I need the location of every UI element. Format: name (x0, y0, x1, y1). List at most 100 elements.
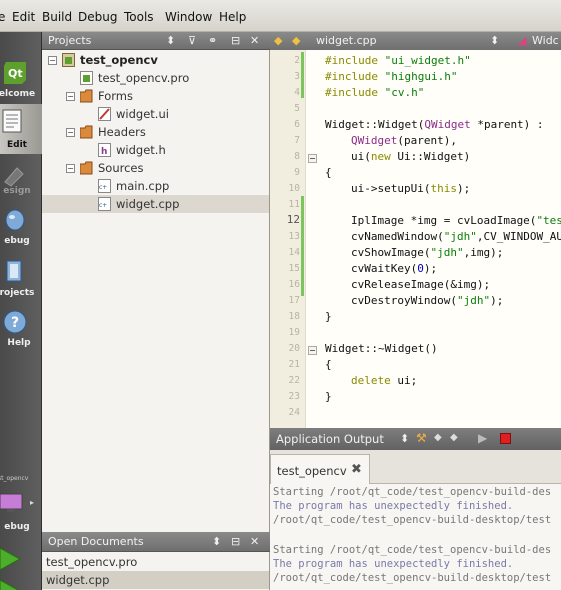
line-number: 20 (288, 343, 300, 354)
monitor-icon (0, 493, 23, 512)
code-token: QWidget (424, 118, 471, 131)
code-line: } (325, 310, 332, 323)
target-selector[interactable]: ▸ ebug (0, 484, 42, 536)
ui-form-icon (98, 107, 111, 121)
mode-edit-label: Edit (7, 140, 27, 150)
tree-item-forms[interactable]: − Forms (42, 87, 269, 105)
tree-item-label: Forms (98, 89, 133, 103)
help-icon: ? (3, 310, 27, 334)
run-button[interactable] (0, 546, 22, 572)
change-marker (301, 196, 304, 296)
code-line: #include "highgui.h" (325, 70, 457, 83)
line-number: 18 (288, 311, 300, 322)
fold-toggle-icon[interactable] (308, 154, 317, 163)
stop-icon[interactable] (500, 433, 511, 444)
output-line: The program has unexpectedly finished. (273, 500, 514, 512)
output-pane-header: Application Output ⬍ ⚒ ◆ ◆ ▶ (270, 428, 561, 450)
menu-file[interactable]: e (0, 10, 5, 24)
open-document-label: widget.cpp (46, 573, 110, 587)
close-tab-icon[interactable]: ✖ (351, 462, 362, 477)
code-token: "cv.h" (384, 86, 425, 99)
tree-item-source-main[interactable]: c+ main.cpp (42, 177, 269, 195)
tree-item-pro-file[interactable]: test_opencv.pro (42, 69, 269, 87)
design-icon (4, 167, 24, 187)
collapse-icon[interactable]: − (48, 56, 57, 65)
collapse-icon[interactable]: − (66, 92, 75, 101)
menu-edit[interactable]: Edit (12, 10, 35, 24)
collapse-icon[interactable]: − (66, 164, 75, 173)
code-token: #include (325, 70, 385, 83)
code-line: Widget::Widget(QWidget *parent) : (325, 118, 544, 131)
editor-toolbar: ◆ ◆ widget.cpp ⬍ ◢ Widc (270, 32, 561, 50)
output-tab[interactable]: test_opencv ✖ (270, 454, 370, 484)
view-select-arrows-icon[interactable]: ⬍ (212, 535, 221, 548)
close-icon[interactable]: ✕ (250, 34, 259, 47)
code-token: #include (325, 54, 385, 67)
tree-item-label: widget.cpp (116, 197, 180, 211)
target-project-label: test_opencv (0, 475, 29, 482)
code-token: ); (456, 182, 471, 195)
line-number: 5 (294, 103, 300, 114)
menu-tools[interactable]: Tools (124, 10, 154, 24)
tree-item-form-file[interactable]: widget.ui (42, 105, 269, 123)
current-file-tab[interactable]: widget.cpp (316, 34, 377, 47)
code-token: delete (351, 374, 391, 387)
tree-item-headers[interactable]: − Headers (42, 123, 269, 141)
split-icon[interactable]: ⊟ (231, 535, 240, 548)
collapse-icon[interactable]: − (66, 128, 75, 137)
file-select-arrows-icon[interactable]: ⬍ (490, 34, 499, 47)
menu-bar: e Edit Build Debug Tools Window Help (0, 0, 561, 32)
run-icon (0, 547, 22, 571)
menu-debug[interactable]: Debug (78, 10, 117, 24)
code-token: QWidget (351, 134, 398, 147)
prev-item-icon[interactable]: ◆ (434, 432, 442, 443)
rerun-icon[interactable]: ⚒ (416, 431, 427, 445)
output-tab-bar: test_opencv ✖ (270, 450, 561, 484)
pane-select-arrows-icon[interactable]: ⬍ (400, 432, 409, 445)
mode-design[interactable]: esign (0, 156, 42, 200)
code-token: "jdh" (430, 246, 464, 259)
symbol-icon: ◢ (518, 34, 527, 47)
code-editor[interactable]: 2 3 4 5 6 7 8 9 10 11 12 13 14 15 16 17 … (270, 50, 561, 428)
svg-text:c+: c+ (99, 184, 107, 191)
mode-help[interactable]: ? Help (0, 306, 42, 354)
close-icon[interactable]: ✕ (250, 535, 259, 548)
split-icon[interactable]: ⊟ (231, 34, 240, 47)
tree-item-label: widget.ui (116, 107, 169, 121)
code-token: cvDestroyWindow( (351, 294, 457, 307)
line-number-gutter: 2 3 4 5 6 7 8 9 10 11 12 13 14 15 16 17 … (270, 50, 306, 428)
code-token: "tes (536, 214, 561, 227)
back-icon[interactable]: ◆ (274, 34, 282, 47)
forward-icon[interactable]: ◆ (292, 34, 300, 47)
tree-item-header-file[interactable]: h widget.h (42, 141, 269, 159)
tree-item-sources[interactable]: − Sources (42, 159, 269, 177)
open-document-item[interactable]: widget.cpp (42, 571, 269, 589)
code-token: ,CV_WINDOW_AU (476, 230, 561, 243)
tree-item-source-widget[interactable]: c+ widget.cpp (42, 195, 269, 213)
open-document-item[interactable]: test_opencv.pro (42, 553, 269, 571)
next-item-icon[interactable]: ◆ (450, 432, 458, 443)
menu-build[interactable]: Build (42, 10, 72, 24)
change-marker (301, 52, 304, 98)
run-again-icon[interactable]: ▶ (478, 431, 487, 445)
sync-link-icon[interactable]: ⚭ (208, 34, 217, 47)
code-line: ui->setupUi(this); (351, 182, 470, 195)
filter-icon[interactable]: ⊽ (188, 34, 196, 47)
mode-edit[interactable]: Edit (0, 104, 42, 154)
mode-welcome[interactable]: Qt elcome (0, 54, 42, 104)
project-node[interactable]: − test_opencv (42, 51, 269, 69)
code-token: ui( (351, 150, 371, 163)
mode-debug[interactable]: ebug (0, 202, 42, 252)
symbol-select[interactable]: Widc (532, 34, 559, 47)
code-token: Ui::Widget) (390, 150, 471, 163)
application-output-text[interactable]: Starting /root/qt_code/test_opencv-build… (270, 484, 561, 590)
line-number: 4 (294, 87, 300, 98)
project-name: test_opencv (80, 53, 158, 67)
debug-run-button[interactable] (0, 578, 22, 590)
fold-toggle-icon[interactable] (308, 346, 317, 355)
menu-help[interactable]: Help (219, 10, 246, 24)
mode-projects[interactable]: rojects (0, 254, 42, 304)
menu-window[interactable]: Window (165, 10, 212, 24)
tree-item-label: main.cpp (116, 179, 170, 193)
view-select-arrows-icon[interactable]: ⬍ (166, 34, 175, 47)
